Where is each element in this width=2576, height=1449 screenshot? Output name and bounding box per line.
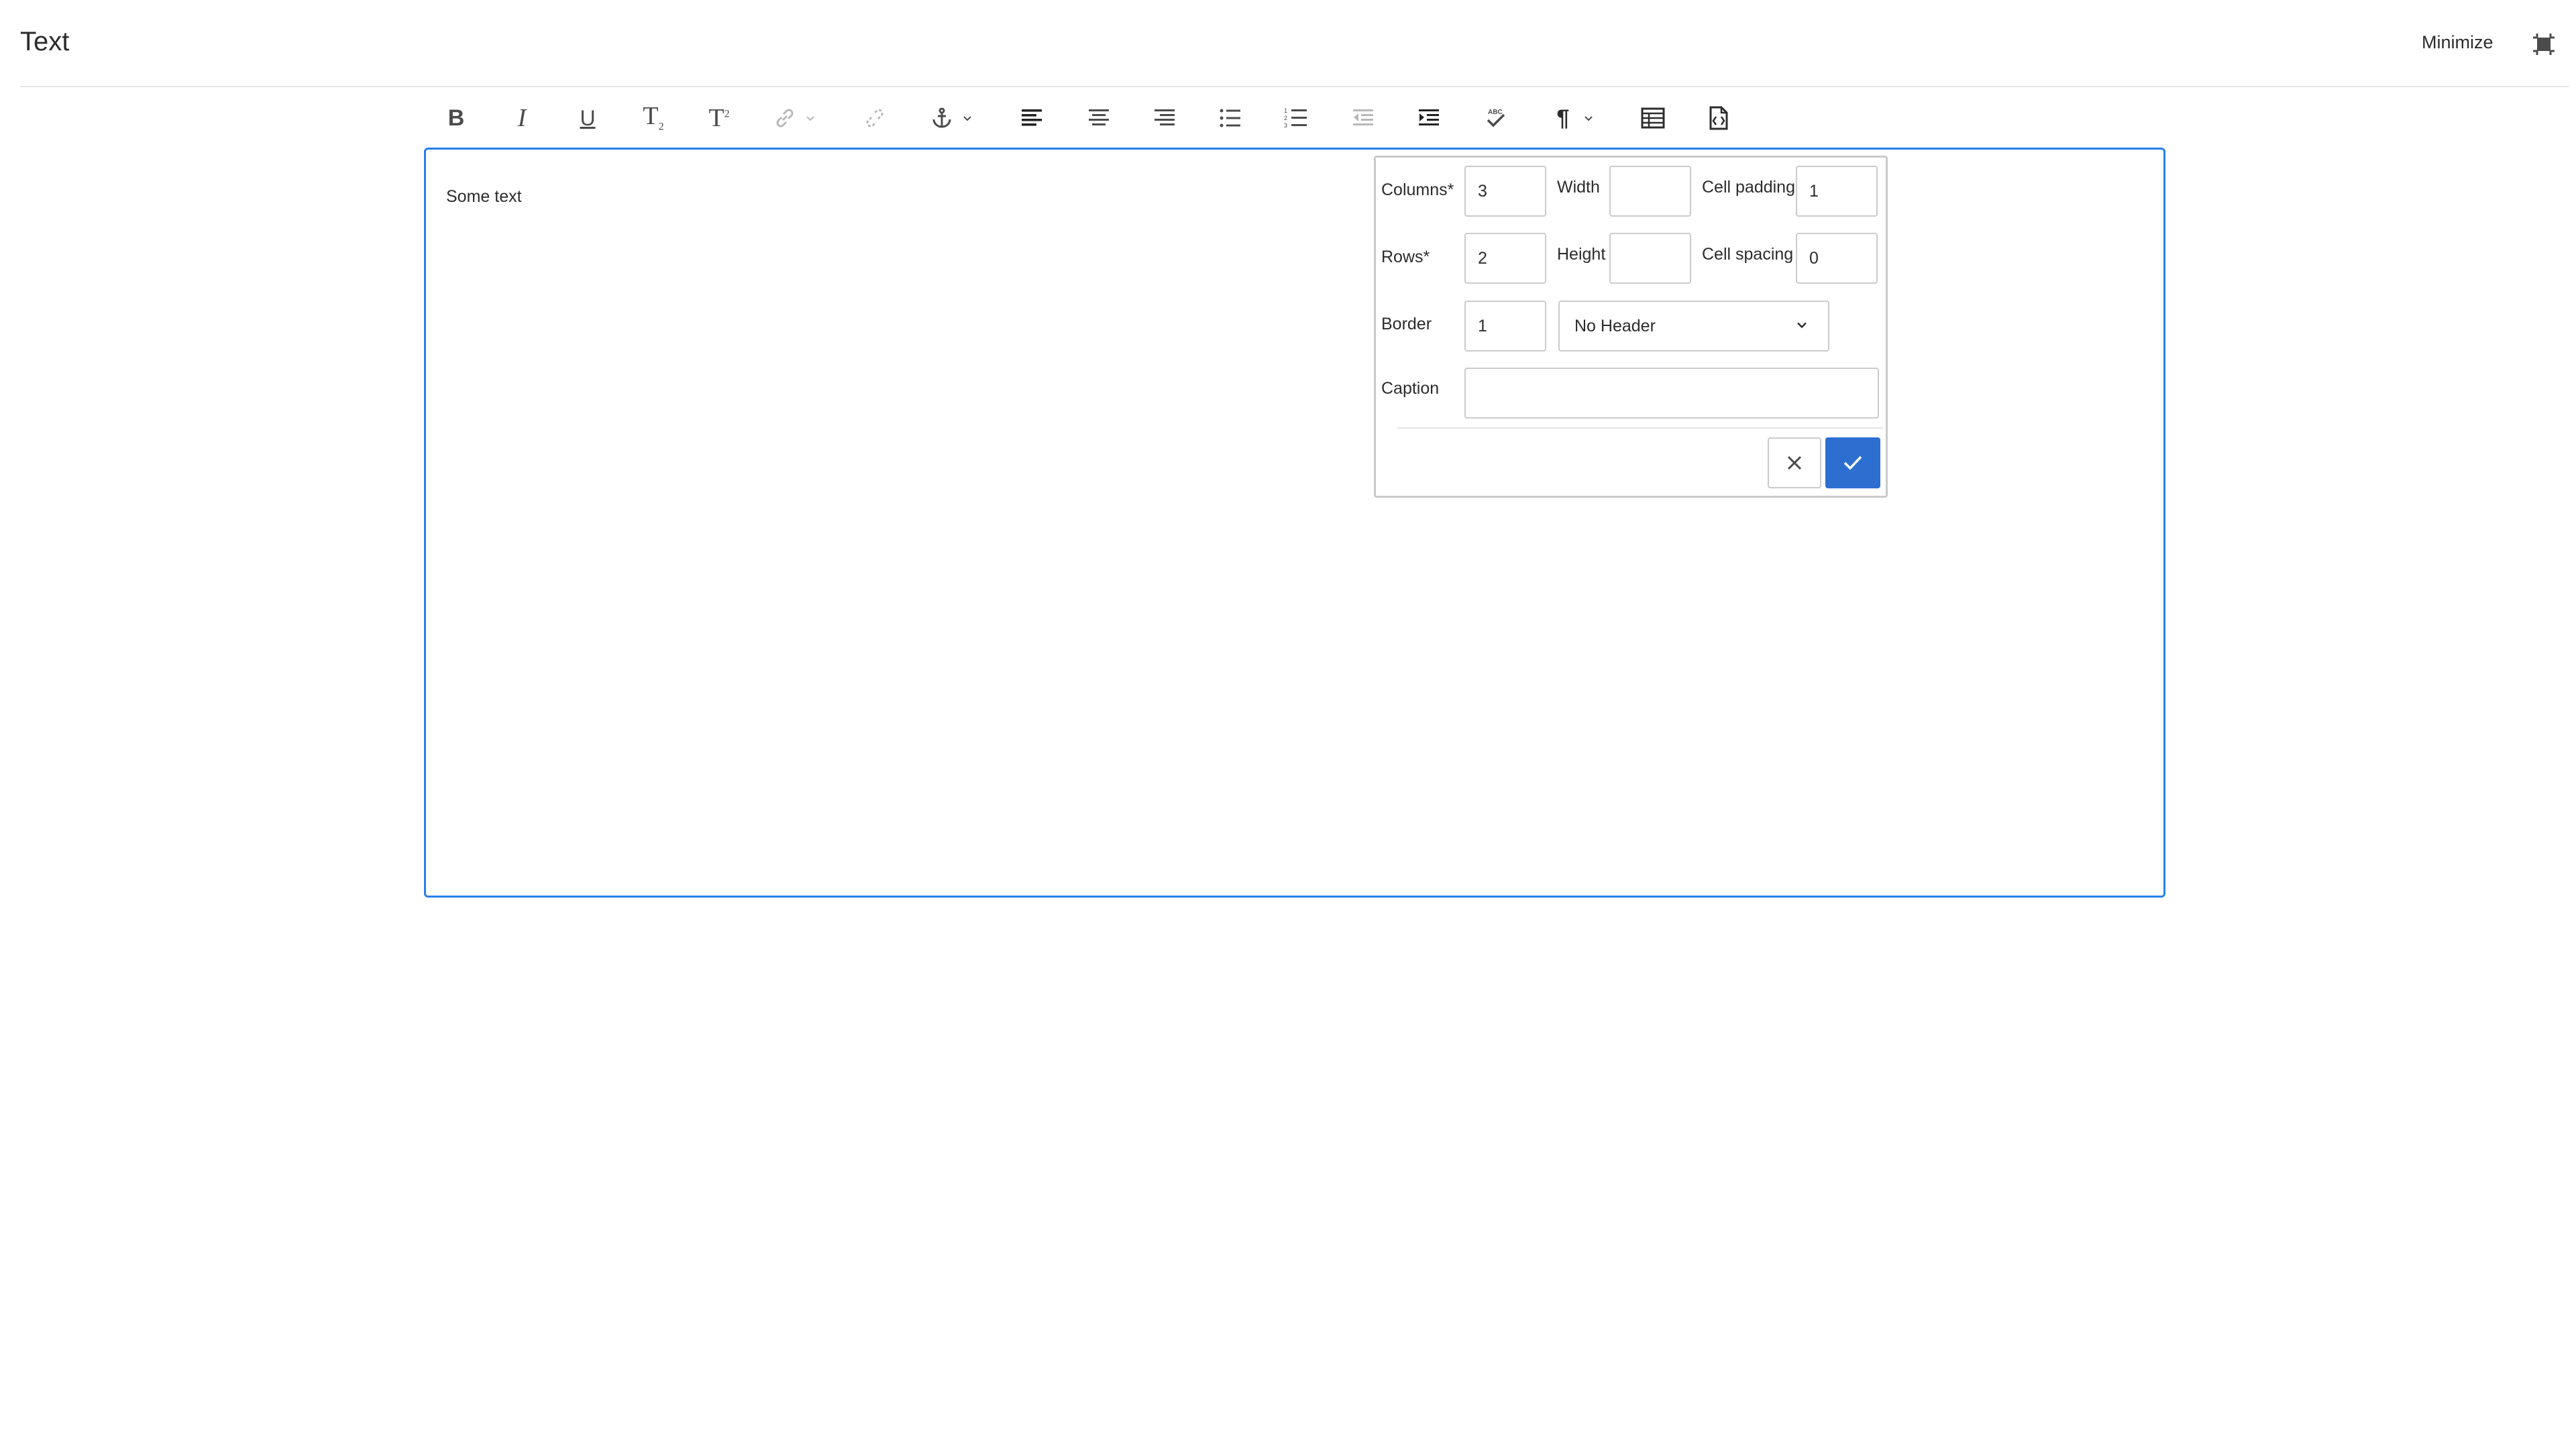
underline-button[interactable]: U — [569, 99, 606, 137]
superscript-icon: T2 — [708, 104, 730, 132]
align-center-button[interactable] — [1080, 99, 1118, 137]
header-select-value: No Header — [1574, 316, 1656, 335]
align-center-icon — [1089, 109, 1109, 125]
underline-icon: U — [580, 105, 596, 130]
header-divider — [20, 86, 2569, 87]
cell-padding-field[interactable] — [1796, 166, 1878, 217]
align-left-icon — [1022, 109, 1042, 126]
link-button[interactable] — [766, 99, 804, 137]
fullscreen-exit-icon[interactable] — [2530, 31, 2557, 58]
header-select[interactable]: No Header — [1558, 301, 1829, 352]
header-bar: Text Minimize — [0, 0, 2576, 87]
link-icon — [776, 109, 794, 127]
columns-label: Columns* — [1381, 180, 1454, 199]
svg-text:ABC: ABC — [1488, 109, 1503, 116]
cell-spacing-field[interactable] — [1796, 233, 1878, 284]
anchor-button[interactable] — [923, 99, 961, 137]
source-edit-button[interactable] — [1700, 99, 1737, 137]
columns-field[interactable] — [1464, 166, 1546, 217]
bullet-list-icon — [1220, 109, 1240, 127]
width-label: Width — [1557, 178, 1600, 197]
anchor-icon — [932, 107, 951, 128]
bold-icon: B — [447, 105, 465, 131]
rows-label: Rows* — [1381, 248, 1430, 266]
indent-icon — [1419, 109, 1439, 125]
numbered-list-button[interactable]: 1 2 3 — [1277, 99, 1315, 137]
chevron-down-icon[interactable] — [1583, 99, 1594, 137]
height-field[interactable] — [1609, 233, 1691, 284]
svg-text:2: 2 — [1284, 115, 1287, 121]
table-button[interactable] — [1634, 99, 1672, 137]
close-icon — [1787, 455, 1802, 470]
svg-text:3: 3 — [1284, 122, 1287, 129]
chevron-down-icon — [1796, 317, 1808, 336]
table-properties-dialog: Columns* Width Cell padding Rows* Height… — [1374, 156, 1888, 498]
dialog-divider — [1397, 427, 1883, 429]
align-right-icon — [1155, 109, 1175, 125]
bullet-list-button[interactable] — [1212, 99, 1249, 137]
height-label: Height — [1557, 245, 1606, 264]
checkmark-icon — [1843, 455, 1862, 470]
align-left-button[interactable] — [1013, 99, 1051, 137]
spellcheck-button[interactable]: ABC — [1477, 99, 1515, 137]
unlink-button[interactable] — [856, 99, 894, 137]
indent-button[interactable] — [1410, 99, 1448, 137]
border-label: Border — [1381, 315, 1432, 333]
bold-button[interactable]: B — [437, 99, 475, 137]
subscript-icon: T2 — [643, 102, 664, 133]
caption-label: Caption — [1381, 379, 1440, 398]
numbered-list-icon: 1 2 3 — [1284, 107, 1307, 129]
italic-icon: I — [517, 104, 527, 132]
cancel-button[interactable] — [1768, 437, 1821, 488]
width-field[interactable] — [1609, 166, 1691, 217]
rows-field[interactable] — [1464, 233, 1546, 284]
italic-button[interactable]: I — [503, 99, 541, 137]
outdent-icon — [1353, 109, 1373, 125]
cell-spacing-label: Cell spacing — [1702, 245, 1794, 264]
page-title: Text — [20, 27, 70, 56]
editor-content[interactable]: Some text — [446, 187, 522, 207]
rich-text-editor[interactable]: Some text — [424, 148, 2165, 898]
table-icon — [1641, 107, 1665, 129]
caption-field[interactable] — [1464, 368, 1879, 419]
confirm-button[interactable] — [1825, 437, 1880, 488]
align-right-button[interactable] — [1146, 99, 1183, 137]
chevron-down-icon[interactable] — [962, 99, 973, 137]
chevron-down-icon[interactable] — [805, 99, 816, 137]
source-edit-icon — [1709, 106, 1728, 130]
minimize-button[interactable]: Minimize — [2422, 32, 2493, 53]
superscript-button[interactable]: T2 — [700, 99, 738, 137]
svg-text:1: 1 — [1284, 107, 1287, 114]
border-field[interactable] — [1464, 301, 1546, 352]
outdent-button[interactable] — [1344, 99, 1382, 137]
subscript-button[interactable]: T2 — [635, 99, 672, 137]
unlink-icon — [866, 109, 883, 127]
paragraph-icon: ¶ — [1556, 105, 1570, 131]
cell-padding-label: Cell padding — [1702, 178, 1795, 197]
spellcheck-icon: ABC — [1487, 109, 1505, 127]
paragraph-format-button[interactable]: ¶ — [1544, 99, 1582, 137]
